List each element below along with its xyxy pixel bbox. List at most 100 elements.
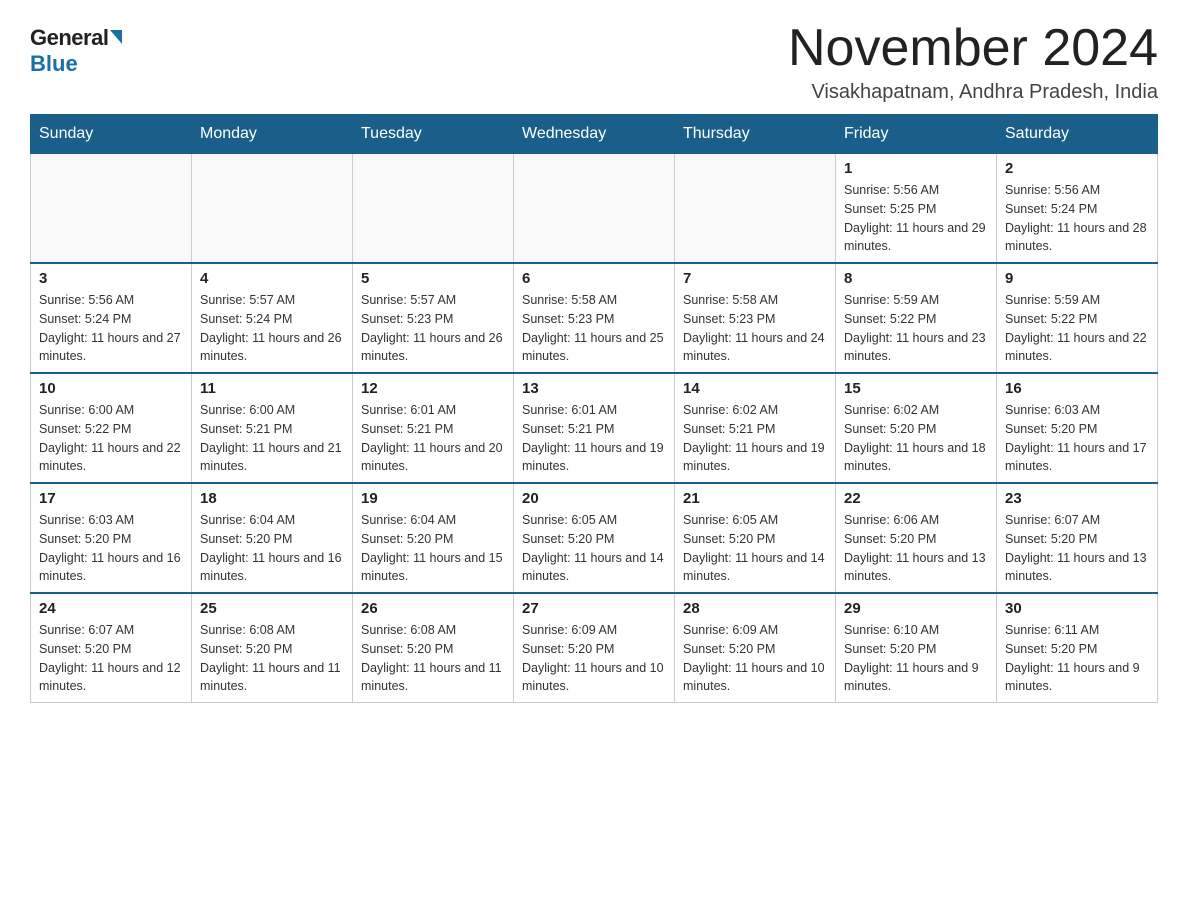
day-info: Sunrise: 5:57 AM Sunset: 5:24 PM Dayligh… — [200, 291, 344, 366]
calendar-week-3: 10 Sunrise: 6:00 AM Sunset: 5:22 PM Dayli… — [31, 373, 1158, 483]
day-info: Sunrise: 6:04 AM Sunset: 5:20 PM Dayligh… — [361, 511, 505, 586]
day-info: Sunrise: 5:58 AM Sunset: 5:23 PM Dayligh… — [683, 291, 827, 366]
calendar-cell: 2 Sunrise: 5:56 AM Sunset: 5:24 PM Daylig… — [997, 154, 1158, 264]
calendar-cell: 24 Sunrise: 6:07 AM Sunset: 5:20 PM Dayli… — [31, 593, 192, 703]
calendar-cell: 22 Sunrise: 6:06 AM Sunset: 5:20 PM Dayli… — [836, 483, 997, 593]
calendar-cell: 7 Sunrise: 5:58 AM Sunset: 5:23 PM Daylig… — [675, 263, 836, 373]
day-info: Sunrise: 6:00 AM Sunset: 5:21 PM Dayligh… — [200, 401, 344, 476]
calendar-cell: 15Sunrise: 6:02 AM Sunset: 5:20 PM Dayli… — [836, 373, 997, 483]
title-block: November 2024 Visakhapatnam, Andhra Prad… — [788, 20, 1158, 104]
logo-general-text: General — [30, 25, 108, 51]
day-number: 23 — [1005, 490, 1149, 507]
calendar-header-friday: Friday — [836, 115, 997, 154]
calendar-cell: 8Sunrise: 5:59 AM Sunset: 5:22 PM Daylig… — [836, 263, 997, 373]
day-number: 6 — [522, 270, 666, 287]
calendar-cell: 20Sunrise: 6:05 AM Sunset: 5:20 PM Dayli… — [514, 483, 675, 593]
day-number: 26 — [361, 600, 505, 617]
day-info: Sunrise: 6:11 AM Sunset: 5:20 PM Dayligh… — [1005, 621, 1149, 696]
calendar-cell: 28 Sunrise: 6:09 AM Sunset: 5:20 PM Dayli… — [675, 593, 836, 703]
calendar-cell: 18 Sunrise: 6:04 AM Sunset: 5:20 PM Dayli… — [192, 483, 353, 593]
day-number: 27 — [522, 600, 666, 617]
calendar-cell — [31, 154, 192, 264]
day-number: 9 — [1005, 270, 1149, 287]
calendar-cell: 25Sunrise: 6:08 AM Sunset: 5:20 PM Dayli… — [192, 593, 353, 703]
calendar-cell: 13 Sunrise: 6:01 AM Sunset: 5:21 PM Dayli… — [514, 373, 675, 483]
day-number: 30 — [1005, 600, 1149, 617]
day-number: 22 — [844, 490, 988, 507]
calendar-cell: 10 Sunrise: 6:00 AM Sunset: 5:22 PM Dayli… — [31, 373, 192, 483]
day-info: Sunrise: 5:56 AM Sunset: 5:24 PM Dayligh… — [1005, 181, 1149, 256]
day-number: 19 — [361, 490, 505, 507]
day-info: Sunrise: 6:10 AM Sunset: 5:20 PM Dayligh… — [844, 621, 988, 696]
day-number: 10 — [39, 380, 183, 397]
calendar-week-5: 24 Sunrise: 6:07 AM Sunset: 5:20 PM Dayli… — [31, 593, 1158, 703]
day-number: 1 — [844, 160, 988, 177]
location-subtitle: Visakhapatnam, Andhra Pradesh, India — [788, 81, 1158, 104]
day-info: Sunrise: 6:08 AM Sunset: 5:20 PM Dayligh… — [361, 621, 505, 696]
day-info: Sunrise: 6:09 AM Sunset: 5:20 PM Dayligh… — [683, 621, 827, 696]
day-number: 16 — [1005, 380, 1149, 397]
day-info: Sunrise: 6:05 AM Sunset: 5:20 PM Dayligh… — [683, 511, 827, 586]
calendar-cell: 4 Sunrise: 5:57 AM Sunset: 5:24 PM Daylig… — [192, 263, 353, 373]
calendar-cell: 23 Sunrise: 6:07 AM Sunset: 5:20 PM Dayli… — [997, 483, 1158, 593]
day-info: Sunrise: 6:02 AM Sunset: 5:21 PM Dayligh… — [683, 401, 827, 476]
calendar-cell: 26 Sunrise: 6:08 AM Sunset: 5:20 PM Dayli… — [353, 593, 514, 703]
day-number: 18 — [200, 490, 344, 507]
day-info: Sunrise: 6:01 AM Sunset: 5:21 PM Dayligh… — [361, 401, 505, 476]
day-info: Sunrise: 6:00 AM Sunset: 5:22 PM Dayligh… — [39, 401, 183, 476]
day-number: 2 — [1005, 160, 1149, 177]
day-info: Sunrise: 6:03 AM Sunset: 5:20 PM Dayligh… — [1005, 401, 1149, 476]
calendar-cell: 17 Sunrise: 6:03 AM Sunset: 5:20 PM Dayli… — [31, 483, 192, 593]
calendar-cell: 27 Sunrise: 6:09 AM Sunset: 5:20 PM Dayli… — [514, 593, 675, 703]
day-info: Sunrise: 5:56 AM Sunset: 5:25 PM Dayligh… — [844, 181, 988, 256]
day-info: Sunrise: 6:01 AM Sunset: 5:21 PM Dayligh… — [522, 401, 666, 476]
day-number: 8 — [844, 270, 988, 287]
day-number: 28 — [683, 600, 827, 617]
calendar-cell — [192, 154, 353, 264]
day-info: Sunrise: 5:59 AM Sunset: 5:22 PM Dayligh… — [1005, 291, 1149, 366]
calendar-header-row: SundayMondayTuesdayWednesdayThursdayFrid… — [31, 115, 1158, 154]
calendar-cell: 30 Sunrise: 6:11 AM Sunset: 5:20 PM Dayli… — [997, 593, 1158, 703]
day-number: 3 — [39, 270, 183, 287]
calendar-week-1: 1 Sunrise: 5:56 AM Sunset: 5:25 PM Daylig… — [31, 154, 1158, 264]
calendar-cell — [353, 154, 514, 264]
day-number: 12 — [361, 380, 505, 397]
day-info: Sunrise: 6:04 AM Sunset: 5:20 PM Dayligh… — [200, 511, 344, 586]
day-info: Sunrise: 5:58 AM Sunset: 5:23 PM Dayligh… — [522, 291, 666, 366]
calendar-cell — [675, 154, 836, 264]
day-info: Sunrise: 5:56 AM Sunset: 5:24 PM Dayligh… — [39, 291, 183, 366]
day-number: 4 — [200, 270, 344, 287]
logo-general: General — [30, 25, 122, 51]
day-info: Sunrise: 6:07 AM Sunset: 5:20 PM Dayligh… — [1005, 511, 1149, 586]
day-number: 21 — [683, 490, 827, 507]
calendar-cell: 29Sunrise: 6:10 AM Sunset: 5:20 PM Dayli… — [836, 593, 997, 703]
day-number: 15 — [844, 380, 988, 397]
day-number: 17 — [39, 490, 183, 507]
calendar-cell: 21 Sunrise: 6:05 AM Sunset: 5:20 PM Dayli… — [675, 483, 836, 593]
calendar-header-wednesday: Wednesday — [514, 115, 675, 154]
month-year-title: November 2024 — [788, 20, 1158, 77]
day-info: Sunrise: 6:07 AM Sunset: 5:20 PM Dayligh… — [39, 621, 183, 696]
day-number: 7 — [683, 270, 827, 287]
calendar-header-thursday: Thursday — [675, 115, 836, 154]
calendar-cell: 9 Sunrise: 5:59 AM Sunset: 5:22 PM Daylig… — [997, 263, 1158, 373]
calendar-table: SundayMondayTuesdayWednesdayThursdayFrid… — [30, 114, 1158, 703]
calendar-header-tuesday: Tuesday — [353, 115, 514, 154]
calendar-week-2: 3 Sunrise: 5:56 AM Sunset: 5:24 PM Daylig… — [31, 263, 1158, 373]
calendar-cell: 12 Sunrise: 6:01 AM Sunset: 5:21 PM Dayli… — [353, 373, 514, 483]
calendar-header-saturday: Saturday — [997, 115, 1158, 154]
day-info: Sunrise: 6:09 AM Sunset: 5:20 PM Dayligh… — [522, 621, 666, 696]
day-info: Sunrise: 6:08 AM Sunset: 5:20 PM Dayligh… — [200, 621, 344, 696]
calendar-cell: 16 Sunrise: 6:03 AM Sunset: 5:20 PM Dayli… — [997, 373, 1158, 483]
day-number: 11 — [200, 380, 344, 397]
day-info: Sunrise: 6:06 AM Sunset: 5:20 PM Dayligh… — [844, 511, 988, 586]
calendar-cell — [514, 154, 675, 264]
day-info: Sunrise: 6:05 AM Sunset: 5:20 PM Dayligh… — [522, 511, 666, 586]
day-number: 5 — [361, 270, 505, 287]
day-number: 13 — [522, 380, 666, 397]
logo-blue-text: Blue — [30, 51, 78, 77]
calendar-header-sunday: Sunday — [31, 115, 192, 154]
calendar-header-monday: Monday — [192, 115, 353, 154]
day-info: Sunrise: 6:03 AM Sunset: 5:20 PM Dayligh… — [39, 511, 183, 586]
day-number: 24 — [39, 600, 183, 617]
